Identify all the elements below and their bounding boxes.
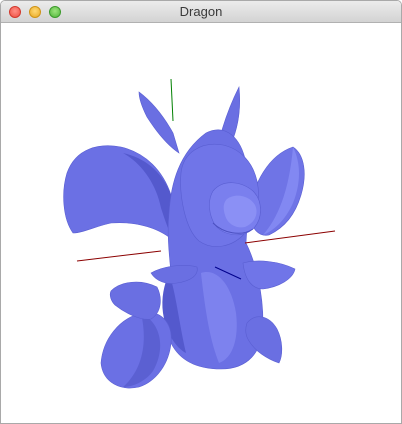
3d-viewport[interactable] bbox=[1, 23, 401, 423]
dragon-model bbox=[63, 85, 305, 389]
app-window: Dragon bbox=[0, 0, 402, 424]
y-axis-line bbox=[170, 78, 174, 122]
window-title: Dragon bbox=[179, 4, 223, 19]
x-axis-line-left bbox=[76, 250, 162, 262]
title-bar[interactable]: Dragon bbox=[1, 1, 401, 23]
dragon-tail bbox=[109, 281, 161, 320]
scene-canvas[interactable] bbox=[1, 23, 401, 423]
dragon-left-horn bbox=[138, 91, 180, 154]
